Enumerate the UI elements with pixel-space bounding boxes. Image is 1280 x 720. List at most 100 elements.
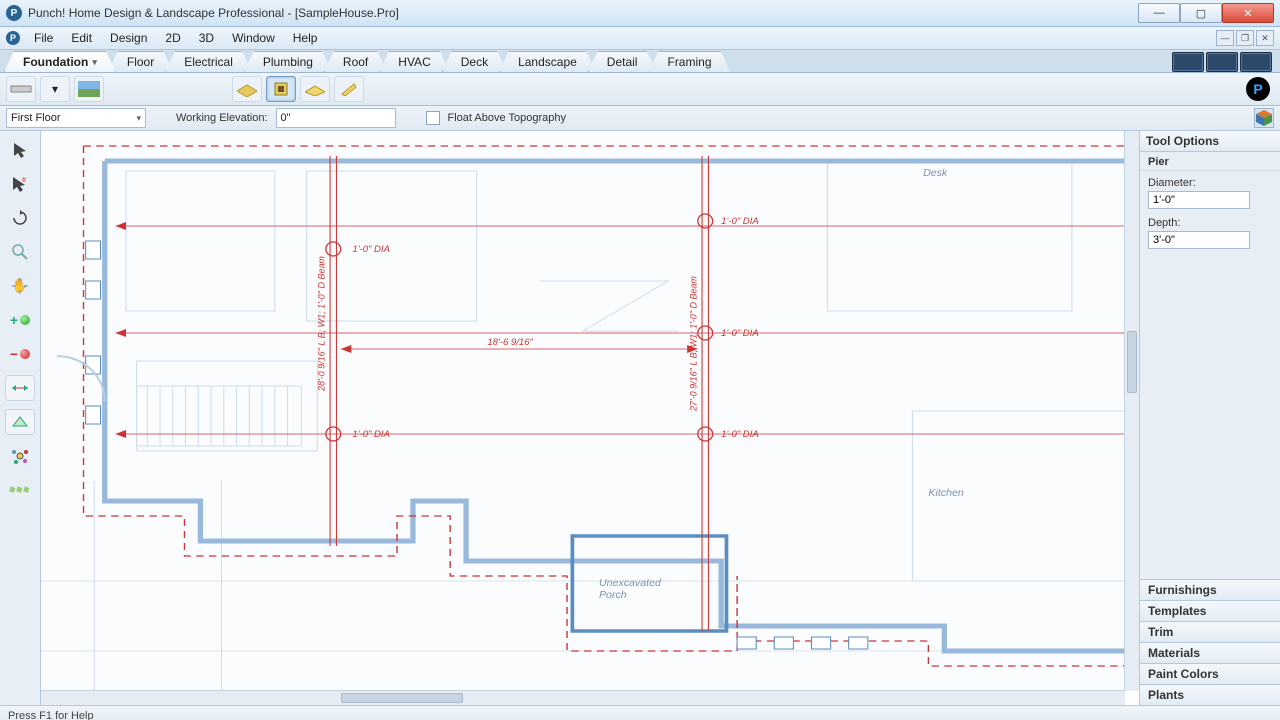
working-elevation-label: Working Elevation: — [176, 112, 268, 124]
tab-label: Floor — [127, 55, 154, 69]
dimension-tool-icon[interactable] — [5, 375, 35, 401]
pier-label: 1'-0" DIA — [352, 244, 390, 254]
tab-label: Roof — [343, 55, 368, 69]
pier-label: 1'-0" DIA — [352, 429, 390, 439]
tab-deck[interactable]: Deck — [442, 51, 507, 72]
maximize-button[interactable]: ▢ — [1180, 3, 1222, 23]
left-tool-palette: # ✋ + − — [0, 131, 41, 705]
app-icon: P — [6, 5, 22, 21]
menu-file[interactable]: File — [26, 29, 61, 47]
svg-text:#: # — [22, 177, 26, 184]
beam-right-label: 27'-0 9/16" L B; W1; 1'-0" D Beam — [688, 276, 698, 412]
floor-selector[interactable]: First Floor — [6, 108, 146, 128]
pier-tool-icon[interactable] — [266, 76, 296, 102]
stacktab-plants[interactable]: Plants — [1140, 684, 1280, 705]
close-button[interactable]: ✕ — [1222, 3, 1274, 23]
status-bar: Press F1 for Help — [0, 705, 1280, 720]
right-panel: Tool Options Pier Diameter: Depth: Furni… — [1140, 131, 1280, 705]
hscroll-thumb[interactable] — [341, 693, 463, 703]
select-similar-tool-icon[interactable]: # — [5, 171, 35, 197]
menu-edit[interactable]: Edit — [63, 29, 100, 47]
minimize-button[interactable]: — — [1138, 3, 1180, 23]
tool-options-title: Tool Options — [1140, 131, 1280, 152]
tab-electrical[interactable]: Electrical — [165, 51, 252, 72]
menu-design[interactable]: Design — [102, 29, 155, 47]
depth-input[interactable] — [1148, 231, 1250, 249]
mdi-close-button[interactable]: ✕ — [1256, 30, 1274, 46]
select-tool-icon[interactable] — [5, 137, 35, 163]
tab-label: Detail — [607, 55, 638, 69]
view-mode-dropdown-icon[interactable]: ▾ — [40, 76, 70, 102]
plan-preview-1-icon[interactable] — [1172, 52, 1204, 72]
stacktab-furnishings[interactable]: Furnishings — [1140, 579, 1280, 600]
footing-tool-icon[interactable] — [300, 76, 330, 102]
window-title: Punch! Home Design & Landscape Professio… — [28, 6, 399, 20]
chain-tool-icon[interactable] — [5, 477, 35, 503]
terrain-thumbnail-icon[interactable] — [74, 76, 104, 102]
remove-marker-tool-icon[interactable]: − — [5, 341, 35, 367]
float-above-topo-checkbox[interactable] — [426, 111, 440, 125]
room-desk-label: Desk — [923, 168, 948, 179]
tab-label: Electrical — [184, 55, 233, 69]
titlebar: P Punch! Home Design & Landscape Profess… — [0, 0, 1280, 27]
span-label: 18'-6 9/16" — [487, 337, 533, 347]
chevron-down-icon: ▾ — [92, 57, 97, 68]
node-tool-icon[interactable] — [5, 443, 35, 469]
plan-preview-3-icon[interactable] — [1240, 52, 1272, 72]
horizontal-scrollbar[interactable] — [41, 690, 1125, 705]
design-tabs: Foundation ▾ Floor Electrical Plumbing R… — [0, 50, 1280, 73]
tab-label: HVAC — [398, 55, 430, 69]
area-tool-icon[interactable] — [5, 409, 35, 435]
pier-label: 1'-0" DIA — [721, 328, 759, 338]
pier-label: 1'-0" DIA — [721, 429, 759, 439]
rotate-tool-icon[interactable] — [5, 205, 35, 231]
zoom-tool-icon[interactable] — [5, 239, 35, 265]
add-marker-tool-icon[interactable]: + — [5, 307, 35, 333]
options-bar: First Floor Working Elevation: 0" Float … — [0, 106, 1280, 131]
view-cube-icon[interactable] — [1254, 108, 1274, 128]
stacktab-trim[interactable]: Trim — [1140, 621, 1280, 642]
menu-3d[interactable]: 3D — [191, 29, 222, 47]
vertical-scrollbar[interactable] — [1124, 131, 1139, 691]
mdi-restore-button[interactable]: ❐ — [1236, 30, 1254, 46]
menu-2d[interactable]: 2D — [157, 29, 188, 47]
status-text: Press F1 for Help — [8, 710, 94, 720]
slab-tool-icon[interactable] — [232, 76, 262, 102]
tab-label: Foundation — [23, 55, 88, 69]
stacktab-paint-colors[interactable]: Paint Colors — [1140, 663, 1280, 684]
punch-logo-icon: P — [1246, 77, 1270, 101]
menu-window[interactable]: Window — [224, 29, 283, 47]
floor-plan-canvas[interactable]: 1'-0" DIA 1'-0" DIA 1'-0" DIA 1'-0" DIA … — [41, 131, 1125, 691]
stacktab-materials[interactable]: Materials — [1140, 642, 1280, 663]
tab-framing[interactable]: Framing — [648, 51, 730, 72]
tab-floor[interactable]: Floor — [108, 51, 173, 72]
tab-roof[interactable]: Roof — [324, 51, 387, 72]
working-elevation-input[interactable]: 0" — [276, 108, 396, 128]
foundation-toolbar: ▾ P — [0, 73, 1280, 106]
diameter-input[interactable] — [1148, 191, 1250, 209]
diameter-label: Diameter: — [1148, 177, 1272, 189]
menu-help[interactable]: Help — [285, 29, 326, 47]
beam-left-label: 28'-0 9/16" L B; W1; 1'-0" D Beam — [317, 256, 327, 392]
porch-label: Unexcavated Porch — [599, 578, 664, 601]
depth-label: Depth: — [1148, 217, 1272, 229]
tab-label: Framing — [667, 55, 711, 69]
app-icon-small: P — [6, 31, 20, 45]
tab-foundation[interactable]: Foundation ▾ — [4, 51, 116, 72]
tab-landscape[interactable]: Landscape — [499, 51, 596, 72]
room-kitchen-label: Kitchen — [928, 488, 964, 499]
pan-tool-icon[interactable]: ✋ — [5, 273, 35, 299]
tab-plumbing[interactable]: Plumbing — [244, 51, 332, 72]
retaining-wall-tool-icon[interactable] — [334, 76, 364, 102]
stacktab-templates[interactable]: Templates — [1140, 600, 1280, 621]
menubar: P File Edit Design 2D 3D Window Help — ❐… — [0, 27, 1280, 50]
mdi-minimize-button[interactable]: — — [1216, 30, 1234, 46]
foundation-wall-tool-icon[interactable] — [6, 76, 36, 102]
tab-detail[interactable]: Detail — [588, 51, 657, 72]
vscroll-thumb[interactable] — [1127, 331, 1137, 393]
tab-label: Deck — [461, 55, 488, 69]
tab-hvac[interactable]: HVAC — [379, 51, 449, 72]
tool-options-section: Pier — [1140, 152, 1280, 171]
canvas-area[interactable]: 1'-0" DIA 1'-0" DIA 1'-0" DIA 1'-0" DIA … — [41, 131, 1140, 705]
plan-preview-2-icon[interactable] — [1206, 52, 1238, 72]
